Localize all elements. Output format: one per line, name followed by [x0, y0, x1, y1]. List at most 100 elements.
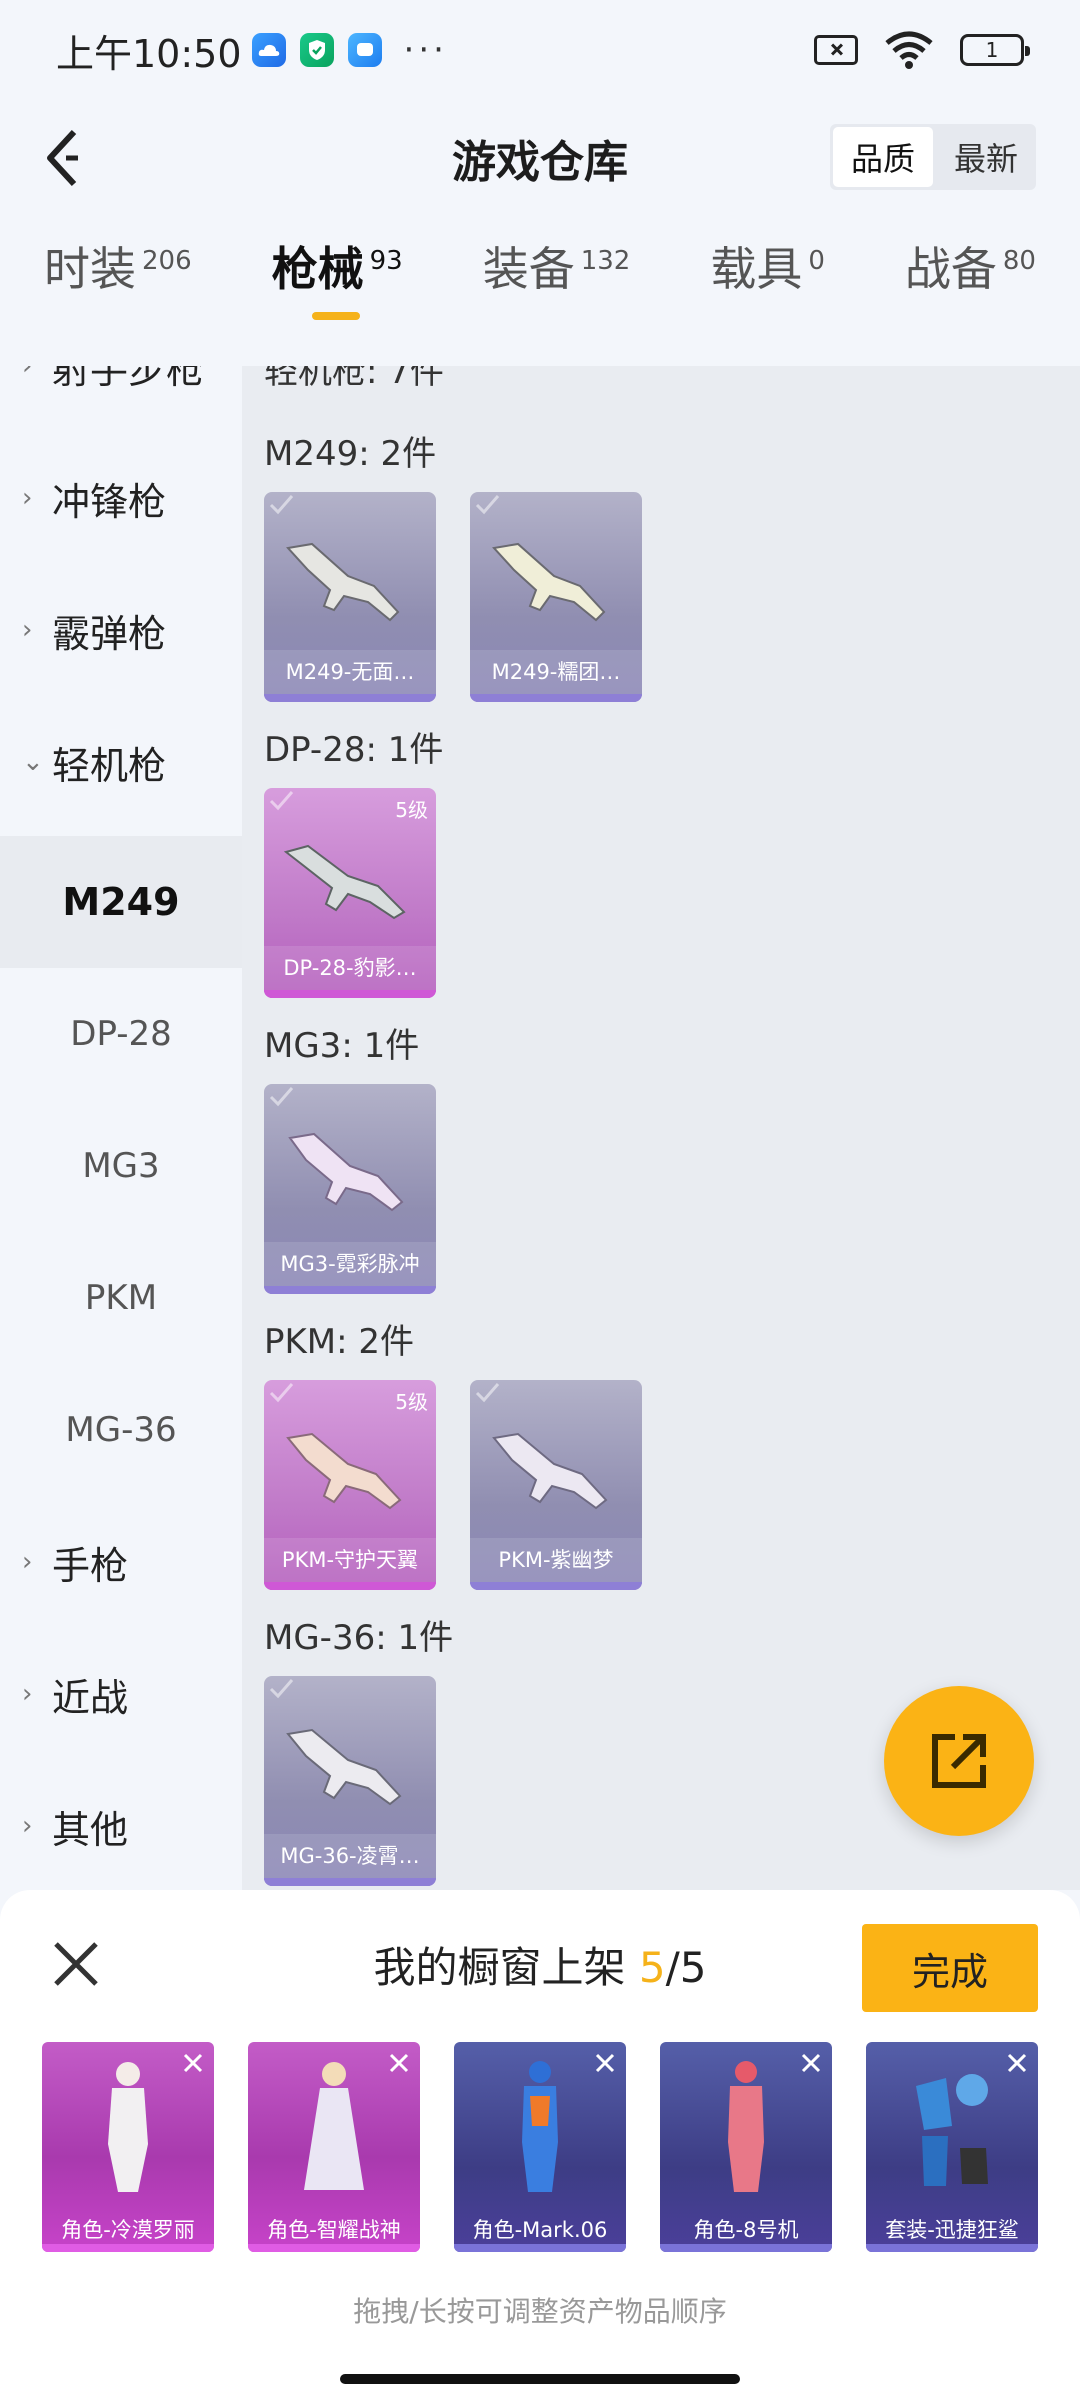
tab-equipment[interactable]: 装备 132 [483, 246, 631, 366]
sidebar-item-smg[interactable]: › 冲锋枪 [0, 432, 242, 564]
page-title: 游戏仓库 [452, 137, 628, 188]
rarity-bar [454, 2244, 626, 2252]
chevron-right-icon: › [22, 483, 33, 513]
sidebar-item-mg36[interactable]: MG-36 [0, 1364, 242, 1496]
sidebar-item-label: M249 [62, 880, 180, 924]
tab-label: 时装 [44, 242, 136, 296]
tab-supplies[interactable]: 战备 80 [905, 246, 1036, 366]
tab-label: 装备 [482, 242, 575, 296]
rarity-bar [264, 1878, 436, 1886]
check-icon [269, 1383, 294, 1403]
sidebar-item-label: 手枪 [52, 1543, 129, 1588]
item-name: DP-28-豹影… [264, 946, 436, 990]
sort-newest-option[interactable]: 最新 [936, 124, 1036, 190]
remove-icon[interactable] [590, 2048, 620, 2078]
sidebar-item-pistol[interactable]: › 手枪 [0, 1496, 242, 1628]
item-card[interactable]: MG3-霓彩脉冲 [264, 1084, 436, 1294]
item-name: M249-糯团… [470, 650, 642, 694]
sidebar-item-mg3[interactable]: MG3 [0, 1100, 242, 1232]
tab-fashion[interactable]: 时装 206 [44, 246, 192, 366]
no-sim-icon [814, 35, 858, 65]
sheet-title-label: 我的橱窗上架 [373, 1943, 639, 1992]
showcase-item-name: 角色-冷漠罗丽 [61, 2218, 195, 2242]
item-card[interactable]: M249-糯团… [470, 492, 642, 702]
chevron-down-icon: ⌄ [22, 747, 44, 777]
showcase-item[interactable]: 角色-8号机 [660, 2042, 832, 2252]
page-header: 游戏仓库 品质 最新 [0, 100, 1080, 216]
section-title: DP-28: 1件 [264, 730, 444, 770]
category-tabs: 时装 206 枪械 93 装备 132 载具 0 战备 80 [0, 246, 1080, 366]
item-name: PKM-守护天翼 [264, 1538, 436, 1582]
remove-icon[interactable] [178, 2048, 208, 2078]
showcase-item-name: 角色-8号机 [693, 2218, 799, 2242]
showcase-item[interactable]: 套装-迅捷狂鲨 [866, 2042, 1038, 2252]
share-icon [932, 1734, 986, 1788]
chevron-right-icon: › [22, 615, 33, 645]
lmg-icon [286, 1728, 402, 1806]
showcase-sheet: 我的橱窗上架 5/5 完成 角色-冷漠罗丽 角色-智耀战神 角色-Mark.06… [0, 1890, 1080, 2400]
section-title: MG3: 1件 [264, 1026, 420, 1066]
level-badge: 5级 [395, 1390, 428, 1414]
lmg-icon [283, 844, 406, 920]
home-indicator[interactable] [340, 2374, 740, 2384]
character-figure-icon [522, 2061, 558, 2192]
sidebar-item-label: PKM [84, 1278, 158, 1318]
active-tab-indicator [311, 312, 360, 320]
sidebar-item-melee[interactable]: › 近战 [0, 1628, 242, 1760]
showcase-item-name: 角色-智耀战神 [267, 2218, 401, 2242]
showcase-item[interactable]: 角色-冷漠罗丽 [42, 2042, 214, 2252]
item-name: MG-36-凌霄… [264, 1834, 436, 1878]
back-button[interactable] [28, 124, 96, 192]
section-title: MG-36: 1件 [264, 1618, 454, 1658]
sidebar-item-pkm[interactable]: PKM [0, 1232, 242, 1364]
item-card[interactable]: M249-无面… [264, 492, 436, 702]
check-icon [269, 791, 294, 811]
sidebar-item-shotgun[interactable]: › 霰弹枪 [0, 564, 242, 696]
sidebar-item-lmg[interactable]: ⌄ 轻机枪 [0, 696, 242, 828]
lmg-icon [286, 542, 400, 622]
item-grid-panel: 轻机枪: 7件 M249: 2件 M249-无面… M249-糯团… DP-28… [242, 366, 1080, 1890]
tab-guns[interactable]: 枪械 93 [272, 246, 403, 366]
remove-icon[interactable] [796, 2048, 826, 2078]
item-card[interactable]: MG-36-凌霄… [264, 1676, 436, 1886]
status-time: 上午10:50 [56, 31, 242, 76]
share-button[interactable] [884, 1686, 1034, 1836]
showcase-item-name: 角色-Mark.06 [472, 2218, 608, 2242]
wifi-icon [885, 31, 933, 69]
item-name: MG3-霓彩脉冲 [264, 1242, 436, 1286]
lmg-icon [288, 1132, 404, 1212]
rarity-bar [264, 1582, 436, 1590]
item-card[interactable]: 5级 PKM-守护天翼 [264, 1380, 436, 1590]
sidebar-item-marksman-rifle[interactable]: › 射手步枪 [0, 366, 242, 432]
showcase-item[interactable]: 角色-智耀战神 [248, 2042, 420, 2252]
item-card[interactable]: 5级 DP-28-豹影… [264, 788, 436, 998]
done-button[interactable]: 完成 [862, 1924, 1038, 2012]
item-name: M249-无面… [264, 650, 436, 694]
sidebar-item-other[interactable]: › 其他 [0, 1760, 242, 1890]
status-app-icons [251, 33, 382, 67]
sort-quality-option[interactable]: 品质 [832, 127, 933, 187]
item-name: PKM-紫幽梦 [470, 1538, 642, 1582]
sidebar-item-label: MG-36 [65, 1410, 177, 1450]
sheet-hint: 拖拽/长按可调整资产物品顺序 [353, 2295, 727, 2328]
check-icon [269, 1087, 294, 1107]
rarity-bar [264, 1286, 436, 1294]
tab-count: 80 [1002, 246, 1036, 276]
tab-vehicles[interactable]: 载具 0 [710, 246, 825, 366]
sidebar-item-label: MG3 [82, 1146, 160, 1186]
remove-icon[interactable] [384, 2048, 414, 2078]
item-card[interactable]: PKM-紫幽梦 [470, 1380, 642, 1590]
rarity-bar [470, 694, 642, 702]
showcase-total: /5 [665, 1943, 707, 1992]
rarity-bar [248, 2244, 420, 2252]
showcase-item[interactable]: 角色-Mark.06 [454, 2042, 626, 2252]
sidebar-item-dp28[interactable]: DP-28 [0, 968, 242, 1100]
check-icon [475, 1383, 500, 1403]
tab-label: 枪械 [271, 242, 364, 296]
check-icon [269, 1679, 294, 1699]
tab-count: 93 [369, 246, 403, 276]
rarity-bar [866, 2244, 1038, 2252]
rarity-bar [264, 694, 436, 702]
sidebar-item-m249[interactable]: M249 [0, 836, 242, 968]
rarity-bar [42, 2244, 214, 2252]
